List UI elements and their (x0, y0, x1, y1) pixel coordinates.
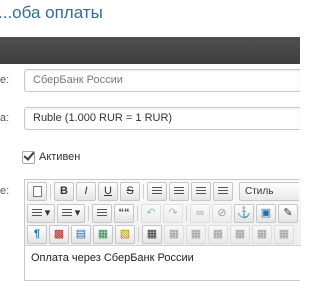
bullet-list-button[interactable]: ▾ (27, 204, 55, 223)
delete-column-button[interactable]: ▦ (274, 225, 294, 244)
currency-label: а: (0, 112, 10, 124)
active-checkbox-row[interactable]: Активен (22, 150, 80, 164)
redo-icon: ↷ (168, 207, 178, 219)
blockquote-button[interactable]: ““ (114, 204, 134, 223)
flash-button[interactable]: ▩ (49, 225, 69, 244)
new-document-button[interactable] (27, 182, 47, 201)
numbered-list-icon (61, 209, 72, 218)
payment-method-form: е: СберБанк России а: Ruble (1.000 RUR =… (0, 64, 301, 281)
align-justify-icon (218, 187, 228, 196)
toolbar-separator (137, 206, 138, 221)
delete-row-icon: ▦ (234, 228, 246, 240)
media-button[interactable]: ▤ (71, 225, 91, 244)
align-right-icon (196, 187, 206, 196)
cleanup-button[interactable]: ✎ (278, 204, 298, 223)
unlink-button[interactable]: ⊘ (212, 204, 232, 223)
link-icon: ∞ (196, 207, 204, 219)
align-left-button[interactable] (147, 182, 167, 201)
unlink-icon: ⊘ (217, 207, 227, 219)
template-button[interactable]: ▦ (93, 225, 113, 244)
insert-column-icon: ▦ (256, 228, 268, 240)
insert-column-button[interactable]: ▦ (252, 225, 272, 244)
rich-text-editor: B I U S Стиль ▾ ▾ ““ ↶ ↷ ∞ ⊘ ⚓ ▣ ✎ ¶ ▩ ▤… (24, 179, 301, 281)
delete-column-icon: ▦ (278, 228, 290, 240)
table-button[interactable]: ▦ (142, 225, 162, 244)
insert-row-icon: ▦ (212, 228, 224, 240)
media-icon: ▤ (75, 228, 87, 240)
toolbar-separator (186, 206, 187, 221)
image-button[interactable]: ▣ (256, 204, 276, 223)
table-icon: ▦ (146, 228, 158, 240)
outdent-icon (97, 209, 107, 218)
table-row-props-button[interactable]: ▦ (164, 225, 184, 244)
bullet-list-icon (31, 209, 42, 218)
image-icon: ▣ (260, 207, 272, 219)
flash-icon: ▩ (53, 228, 65, 240)
document-icon (32, 185, 42, 197)
table-cell-props-button[interactable]: ▦ (186, 225, 206, 244)
active-checkbox-label: Активен (39, 151, 81, 163)
undo-icon: ↶ (146, 207, 156, 219)
align-center-button[interactable] (169, 182, 189, 201)
template-icon: ▦ (97, 228, 109, 240)
underline-icon: U (104, 185, 112, 197)
redo-button[interactable]: ↷ (163, 204, 183, 223)
paragraph-icon: ¶ (33, 228, 41, 240)
name-input-value: СберБанк России (33, 74, 123, 86)
delete-row-button[interactable]: ▦ (230, 225, 250, 244)
editor-content[interactable]: Оплата через СберБанк России (31, 252, 194, 264)
insert-row-button[interactable]: ▦ (208, 225, 228, 244)
quote-icon: ““ (118, 207, 130, 219)
page-title: ...оба оплаты (0, 3, 103, 22)
currency-select[interactable]: Ruble (1.000 RUR = 1 RUR) (24, 107, 300, 130)
strikethrough-button[interactable]: S (120, 182, 140, 201)
undo-button[interactable]: ↶ (141, 204, 161, 223)
name-input[interactable]: СберБанк России (24, 69, 300, 92)
toolbar-separator (88, 206, 89, 221)
anchor-button[interactable]: ⚓ (234, 204, 254, 223)
toolbar-separator (143, 184, 144, 199)
bold-button[interactable]: B (54, 182, 74, 201)
page-header: ...оба оплаты (0, 0, 300, 37)
paste-button[interactable]: ▧ (115, 225, 135, 244)
style-select-label: Стиль (245, 186, 274, 197)
style-select[interactable]: Стиль (239, 182, 299, 201)
bold-icon: B (60, 185, 68, 197)
table-row-props-icon: ▦ (168, 228, 180, 240)
paragraph-button[interactable]: ¶ (27, 225, 47, 244)
anchor-icon: ⚓ (237, 207, 251, 219)
outdent-button[interactable] (92, 204, 112, 223)
name-label: е: (0, 74, 10, 86)
description-label: е: (0, 185, 10, 197)
align-justify-button[interactable] (213, 182, 233, 201)
align-center-icon (174, 187, 184, 196)
editor-toolbar: B I U S Стиль ▾ ▾ ““ ↶ ↷ ∞ ⊘ ⚓ ▣ ✎ ¶ ▩ ▤… (25, 180, 301, 246)
italic-button[interactable]: I (76, 182, 96, 201)
underline-button[interactable]: U (98, 182, 118, 201)
strikethrough-icon: S (126, 185, 134, 197)
top-dark-bar (0, 37, 300, 64)
currency-select-value: Ruble (1.000 RUR = 1 RUR) (33, 112, 173, 124)
active-checkbox[interactable] (22, 150, 35, 164)
cleanup-icon: ✎ (283, 207, 293, 219)
align-right-button[interactable] (191, 182, 211, 201)
toolbar-separator (138, 227, 139, 242)
link-button[interactable]: ∞ (190, 204, 210, 223)
table-cell-props-icon: ▦ (190, 228, 202, 240)
numbered-list-button[interactable]: ▾ (57, 204, 85, 223)
align-left-icon (152, 187, 162, 196)
paste-icon: ▧ (119, 228, 131, 240)
italic-icon: I (84, 185, 88, 197)
toolbar-separator (50, 184, 51, 199)
